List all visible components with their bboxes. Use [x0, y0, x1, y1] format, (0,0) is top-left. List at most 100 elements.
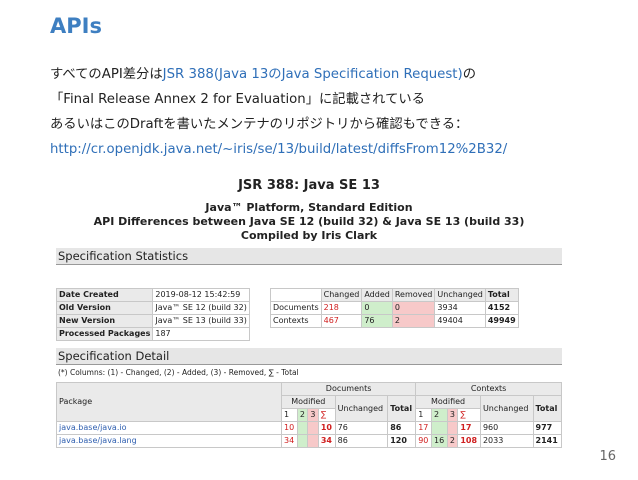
detail-ctx-c1: 1 [415, 408, 433, 422]
detail-ctx-total: Total [532, 395, 562, 422]
body-line-1: すべてのAPI差分はJSR 388(Java 13のJava Specifica… [50, 62, 620, 87]
detail-docs-total: Total [387, 395, 417, 422]
ctx-sum: 108 [457, 434, 481, 448]
info-table: Date Created 2019-08-12 15:42:59 Old Vers… [56, 288, 250, 341]
info-label: Old Version [56, 301, 154, 315]
info-value: 2019-08-12 15:42:59 [152, 288, 250, 302]
line1-suffix: の [462, 67, 476, 82]
ctx-unchanged: 960 [479, 421, 534, 435]
report-screenshot: JSR 388: Java SE 13 Java™ Platform, Stan… [56, 178, 562, 456]
stats-header-row: Changed Added Removed Unchanged Total [270, 288, 519, 302]
stats-row-label: Contexts [270, 314, 322, 328]
detail-ctx-unchanged: Unchanged [479, 395, 534, 422]
detail-col-contexts: Contexts [415, 382, 562, 396]
line1-prefix: すべてのAPI差分は [50, 67, 163, 82]
stats-col-changed: Changed [320, 288, 363, 302]
stats-table: Changed Added Removed Unchanged Total Do… [270, 288, 519, 328]
detail-ctx-sum: ∑ [457, 408, 481, 422]
docs-removed [307, 434, 319, 448]
report-compiled-by: Compiled by Iris Clark [240, 229, 378, 242]
slide-title: APIs [50, 14, 102, 38]
info-row: Processed Packages 187 [56, 327, 250, 341]
table-row: java.base/java.lang 34 34 86 120 90 16 2… [56, 434, 562, 448]
docs-total: 86 [387, 421, 417, 435]
stats-changed: 218 [320, 301, 363, 315]
detail-header-row-1: Package Documents Contexts [56, 382, 562, 422]
stats-col-added: Added [361, 288, 393, 302]
docs-added [296, 434, 309, 448]
info-row: Old Version Java™ SE 12 (build 32) [56, 301, 250, 315]
stats-unchanged: 49404 [434, 314, 486, 328]
info-value: Java™ SE 13 (build 33) [152, 314, 250, 328]
stats-changed: 467 [320, 314, 363, 328]
slide-body: すべてのAPI差分はJSR 388(Java 13のJava Specifica… [50, 62, 620, 162]
detail-heading: Specification Detail [56, 348, 562, 365]
detail-ctx-modified: Modified [415, 395, 481, 409]
detail-ctx-c3: 3 [446, 408, 459, 422]
package-link[interactable]: java.base/java.io [56, 421, 282, 435]
info-value: Java™ SE 12 (build 32) [152, 301, 250, 315]
ctx-total: 977 [532, 421, 562, 435]
stats-unchanged: 3934 [434, 301, 486, 315]
stats-corner [270, 288, 322, 302]
ctx-added [431, 421, 448, 435]
detail-docs-modified: Modified [281, 395, 336, 409]
detail-col-documents: Documents [280, 382, 417, 396]
docs-added [296, 421, 309, 435]
info-row: Date Created 2019-08-12 15:42:59 [56, 288, 250, 302]
info-row: New Version Java™ SE 13 (build 33) [56, 314, 250, 328]
docs-total: 120 [387, 434, 417, 448]
info-label: New Version [56, 314, 154, 328]
detail-col-package: Package [56, 382, 282, 422]
docs-changed: 10 [281, 421, 298, 435]
stats-heading: Specification Statistics [56, 248, 562, 265]
detail-ctx-c2: 2 [431, 408, 448, 422]
docs-sum: 34 [317, 434, 336, 448]
detail-legend: (*) Columns: (1) - Changed, (2) - Added,… [58, 368, 299, 377]
stats-col-unchanged: Unchanged [434, 288, 486, 302]
info-label: Processed Packages [56, 327, 154, 341]
stats-removed: 2 [391, 314, 436, 328]
diff-url-link[interactable]: http://cr.openjdk.java.net/~iris/se/13/b… [50, 142, 507, 157]
ctx-added: 16 [431, 434, 448, 448]
docs-sum: 10 [317, 421, 336, 435]
body-line-4: http://cr.openjdk.java.net/~iris/se/13/b… [50, 137, 620, 162]
table-row: java.base/java.io 10 10 76 86 17 17 960 … [56, 421, 562, 435]
ctx-removed [446, 421, 459, 435]
detail-docs-c2: 2 [296, 408, 309, 422]
stats-col-removed: Removed [391, 288, 436, 302]
docs-changed: 34 [281, 434, 298, 448]
body-line-3: あるいはこのDraftを書いたメンテナのリポジトリから確認もできる： [50, 117, 469, 132]
stats-total: 4152 [484, 301, 519, 315]
detail-docs-c1: 1 [281, 408, 298, 422]
report-api-differences: API Differences between Java SE 12 (buil… [93, 215, 525, 228]
package-link[interactable]: java.base/java.lang [56, 434, 282, 448]
detail-docs-c3: 3 [307, 408, 319, 422]
report-platform: Java™ Platform, Standard Edition [205, 201, 413, 214]
detail-table: Package Documents Contexts Modified Unch… [56, 382, 562, 448]
docs-unchanged: 86 [334, 434, 389, 448]
info-label: Date Created [56, 288, 154, 302]
stats-removed: 0 [391, 301, 436, 315]
ctx-unchanged: 2033 [479, 434, 534, 448]
docs-unchanged: 76 [334, 421, 389, 435]
report-title: JSR 388: Java SE 13 [238, 178, 380, 193]
stats-row-label: Documents [270, 301, 322, 315]
stats-row: Documents 218 0 0 3934 4152 [270, 301, 519, 315]
jsr-388-link[interactable]: JSR 388(Java 13のJava Specification Reque… [163, 67, 463, 82]
info-value: 187 [152, 327, 250, 341]
ctx-changed: 90 [415, 434, 433, 448]
stats-added: 76 [361, 314, 393, 328]
docs-removed [307, 421, 319, 435]
page-number: 16 [599, 449, 616, 464]
stats-row: Contexts 467 76 2 49404 49949 [270, 314, 519, 328]
body-line-2: 「Final Release Annex 2 for Evaluation」に記… [50, 92, 425, 107]
detail-docs-sum: ∑ [317, 408, 336, 422]
ctx-changed: 17 [415, 421, 433, 435]
ctx-removed: 2 [446, 434, 459, 448]
ctx-sum: 17 [457, 421, 481, 435]
stats-col-total: Total [484, 288, 519, 302]
detail-docs-unchanged: Unchanged [334, 395, 389, 422]
stats-total: 49949 [484, 314, 519, 328]
ctx-total: 2141 [532, 434, 562, 448]
